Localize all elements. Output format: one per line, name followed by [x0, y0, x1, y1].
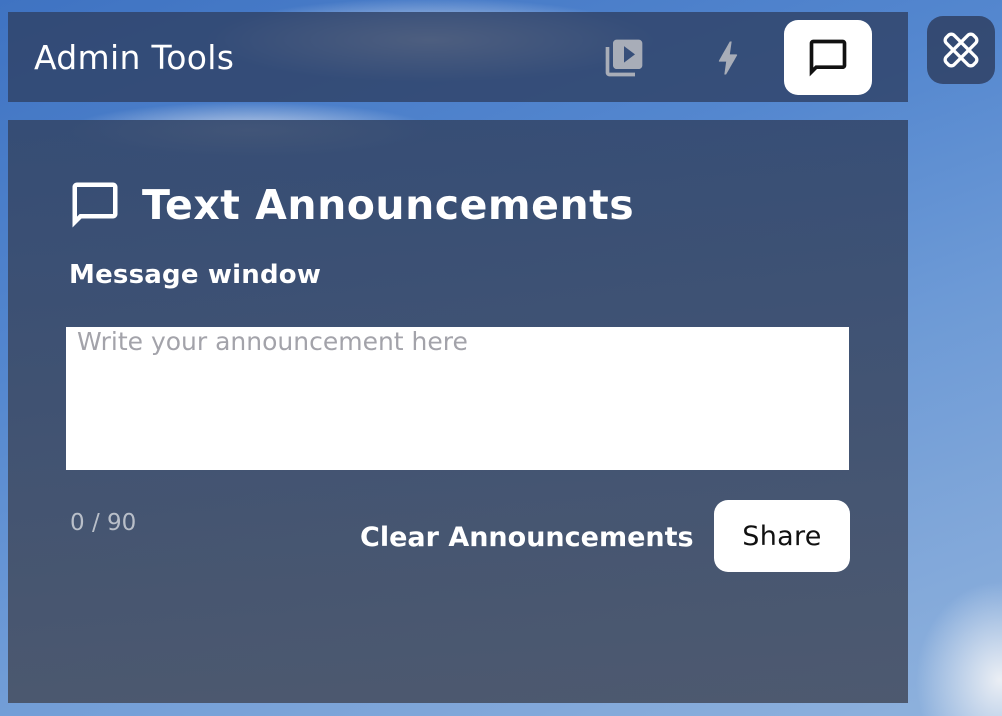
bolt-button[interactable] [704, 34, 752, 82]
share-button[interactable]: Share [714, 500, 850, 572]
character-counter: 0 / 90 [70, 510, 137, 536]
message-window-label: Message window [69, 260, 322, 290]
chat-bubble-icon [809, 39, 847, 76]
admin-tools-header: Admin Tools [8, 12, 908, 102]
clear-announcements-button[interactable]: Clear Announcements [360, 518, 694, 558]
tools-icon [943, 32, 979, 68]
video-library-button[interactable] [600, 34, 648, 82]
bolt-icon [718, 41, 738, 75]
chat-bubble-icon [68, 178, 122, 232]
announcements-tab-button[interactable] [784, 20, 872, 95]
panel-header: Text Announcements [68, 178, 634, 232]
announcement-input[interactable] [66, 327, 849, 470]
header-title: Admin Tools [34, 38, 235, 77]
panel-title: Text Announcements [142, 181, 635, 229]
announcements-panel: Text Announcements Message window 0 / 90… [8, 120, 908, 703]
video-library-icon [605, 39, 643, 77]
tools-toggle-button[interactable] [927, 16, 995, 84]
